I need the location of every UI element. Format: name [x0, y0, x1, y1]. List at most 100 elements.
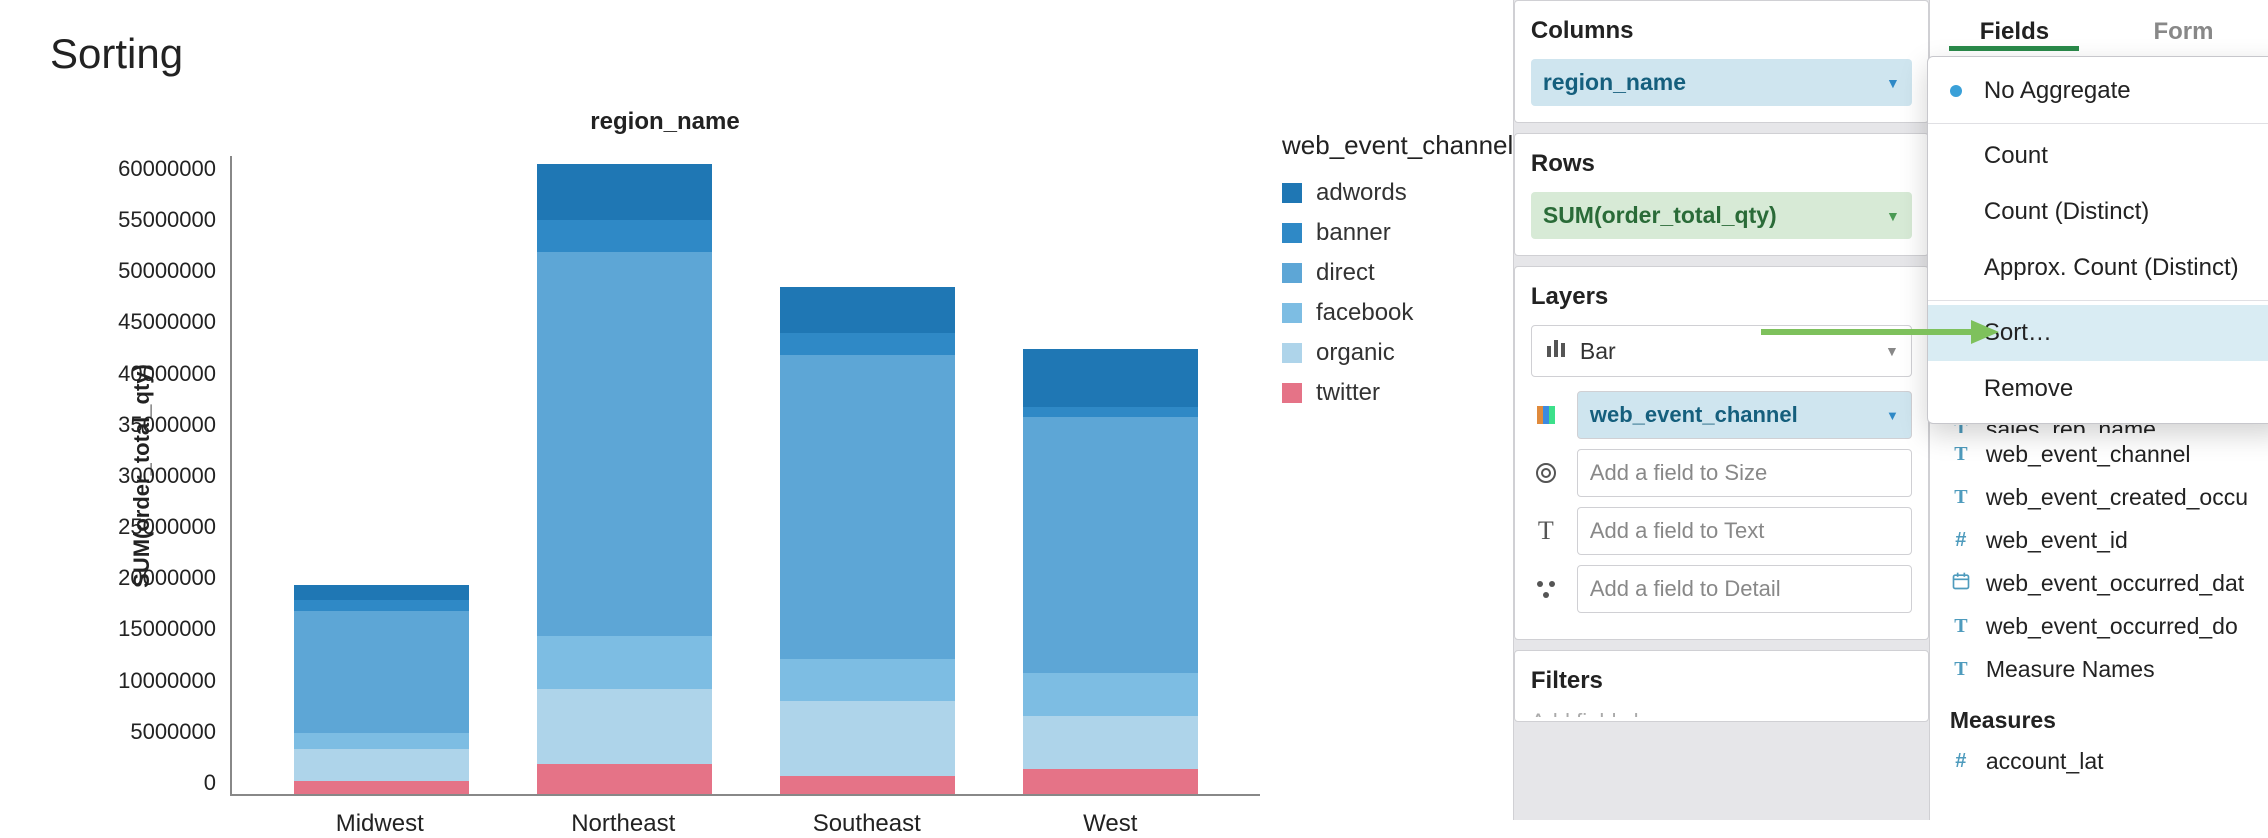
rows-panel: Rows SUM(order_total_qty) ▼ [1514, 133, 1929, 256]
bar-segment [780, 659, 955, 702]
legend-item[interactable]: facebook [1282, 299, 1513, 327]
field-label: web_event_occurred_dat [1986, 570, 2244, 597]
chart-type-select[interactable]: Bar ▼ [1531, 325, 1912, 377]
field-label: web_event_id [1986, 527, 2128, 554]
bar-segment [780, 333, 955, 354]
bar[interactable] [537, 164, 712, 794]
bar[interactable] [780, 287, 955, 794]
ctx-item-label: Remove [1984, 375, 2073, 402]
x-tick: Northeast [536, 810, 711, 838]
rows-pill[interactable]: SUM(order_total_qty) ▼ [1531, 192, 1912, 239]
x-tick: Southeast [779, 810, 954, 838]
text-shelf-input[interactable]: Add a field to Text [1577, 507, 1912, 555]
legend-label: adwords [1316, 179, 1407, 207]
legend-item[interactable]: twitter [1282, 379, 1513, 407]
number-type-icon: # [1950, 750, 1972, 773]
legend-label: facebook [1316, 299, 1413, 327]
bar-segment [780, 287, 955, 333]
bar-segment [294, 781, 469, 794]
bar[interactable] [1023, 349, 1198, 794]
color-shelf-field[interactable]: web_event_channel ▼ [1577, 391, 1912, 439]
bar-segment [537, 220, 712, 252]
legend-swatch [1282, 263, 1302, 283]
layers-panel: Layers Bar ▼ web_event_channel ▼ [1514, 266, 1929, 640]
layers-heading: Layers [1531, 283, 1912, 311]
measure-label: account_lat [1986, 748, 2104, 775]
y-tick: 55000000 [118, 207, 216, 233]
bar-segment [537, 252, 712, 636]
measures-heading: Measures [1930, 691, 2268, 740]
detail-shelf-input[interactable]: Add a field to Detail [1577, 565, 1912, 613]
x-tick: West [1023, 810, 1198, 838]
bar-segment [537, 764, 712, 794]
y-tick: 50000000 [118, 258, 216, 284]
caret-down-icon: ▼ [1885, 343, 1899, 359]
number-type-icon: # [1950, 529, 1972, 552]
text-type-icon: T [1950, 615, 1972, 638]
field-item[interactable]: Tweb_event_occurred_do [1930, 605, 2268, 648]
bar-segment [294, 600, 469, 611]
legend-swatch [1282, 383, 1302, 403]
bar-segment [780, 701, 955, 776]
bar-segment [294, 585, 469, 600]
bar-segment [537, 689, 712, 764]
plot-area [230, 156, 1260, 796]
legend: web_event_channel adwords banner direct fac… [1282, 130, 1513, 419]
text-type-icon: T [1950, 425, 1972, 433]
ctx-item[interactable]: Remove [1928, 361, 2268, 417]
legend-swatch [1282, 223, 1302, 243]
y-tick: 45000000 [118, 309, 216, 335]
legend-item[interactable]: direct [1282, 259, 1513, 287]
bar-segment [537, 164, 712, 221]
ctx-item[interactable]: Approx. Count (Distinct) [1928, 240, 2268, 296]
legend-label: twitter [1316, 379, 1380, 407]
tab-format-label: Form [2153, 18, 2213, 45]
columns-pill[interactable]: region_name ▼ [1531, 59, 1912, 106]
field-item[interactable]: # web_event_id [1930, 519, 2268, 562]
legend-item[interactable]: organic [1282, 339, 1513, 367]
bar-chart-icon [1544, 336, 1568, 366]
field-item[interactable]: Tsales_rep_name [1930, 425, 2268, 433]
filters-heading: Filters [1531, 667, 1912, 695]
y-tick: 5000000 [130, 719, 216, 745]
ctx-item[interactable]: Count (Distinct) [1928, 184, 2268, 240]
text-type-icon: T [1950, 443, 1972, 466]
size-shelf-input[interactable]: Add a field to Size [1577, 449, 1912, 497]
field-item[interactable]: Tweb_event_created_occu [1930, 476, 2268, 519]
text-type-icon: T [1950, 486, 1972, 509]
field-item[interactable]: web_event_occurred_dat [1930, 562, 2268, 605]
legend-item[interactable]: adwords [1282, 179, 1513, 207]
color-shelf-label: web_event_channel [1590, 402, 1798, 428]
bar[interactable] [294, 585, 469, 794]
aggregate-context-menu: No Aggregate Count Count (Distinct)Approx.… [1927, 56, 2268, 424]
bar-segment [1023, 716, 1198, 769]
field-item[interactable]: Tweb_event_channel [1930, 433, 2268, 476]
ctx-item-label: No Aggregate [1984, 77, 2131, 104]
date-type-icon [1950, 571, 1972, 597]
caret-down-icon: ▼ [1886, 75, 1900, 91]
legend-item[interactable]: banner [1282, 219, 1513, 247]
filters-placeholder[interactable]: Add fields here [1531, 709, 1912, 717]
chart-area: SUM(order_total_qty) 6000000055000000500… [50, 156, 1483, 796]
measure-item[interactable]: # account_lat [1930, 740, 2268, 783]
legend-label: banner [1316, 219, 1391, 247]
detail-shelf-icon [1531, 577, 1561, 601]
color-shelf-icon [1531, 403, 1561, 427]
columns-pill-label: region_name [1543, 69, 1686, 96]
field-item[interactable]: TMeasure Names [1930, 648, 2268, 691]
field-label: Measure Names [1986, 656, 2155, 683]
legend-title: web_event_channel [1282, 130, 1513, 161]
field-label: web_event_channel [1986, 441, 2191, 468]
ctx-item[interactable]: No Aggregate [1928, 63, 2268, 119]
y-tick: 15000000 [118, 616, 216, 642]
field-label: sales_rep_name [1986, 425, 2156, 433]
bar-segment [780, 355, 955, 659]
ctx-item-label: Sort… [1984, 319, 2052, 346]
columns-panel: Columns region_name ▼ [1514, 0, 1929, 123]
bar-segment [294, 611, 469, 734]
ctx-item[interactable]: Count [1928, 128, 2268, 184]
fields-column: Fields Form No AggregateCountCount (Dist… [1929, 0, 2268, 820]
ctx-item[interactable]: Sort… [1928, 305, 2268, 361]
ctx-item-label: Count [1984, 142, 2048, 169]
legend-label: direct [1316, 259, 1375, 287]
